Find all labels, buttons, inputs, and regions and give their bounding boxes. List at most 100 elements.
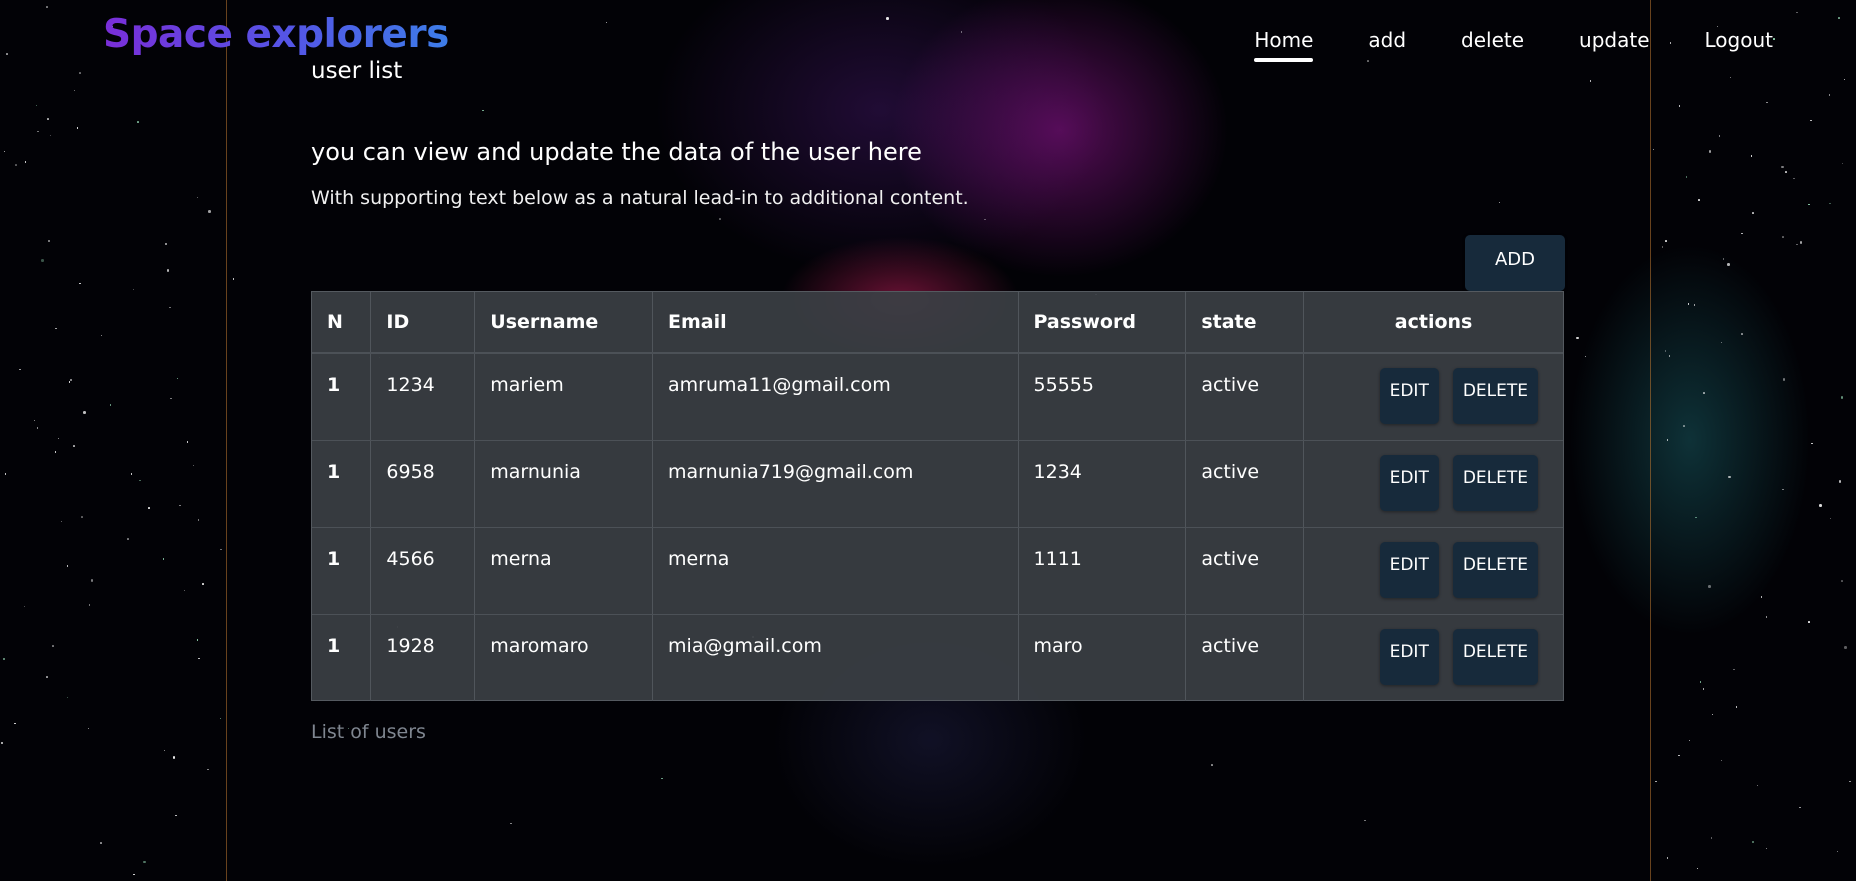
users-table: N ID Username Email Password state actio… (312, 292, 1563, 701)
table-row: 1 4566 merna merna 1111 active EDIT DELET… (312, 527, 1563, 615)
add-user-button[interactable]: ADD (1465, 235, 1565, 291)
star (1735, 706, 1738, 708)
star (202, 583, 204, 585)
cell-password: 1234 (1018, 440, 1187, 528)
delete-button[interactable]: DELETE (1452, 541, 1538, 598)
cell-password: 55555 (1018, 353, 1187, 441)
nav-delete[interactable]: delete (1461, 28, 1524, 52)
star (1661, 246, 1664, 248)
star (54, 451, 57, 453)
col-header-actions: actions (1303, 292, 1563, 354)
delete-button[interactable]: DELETE (1452, 628, 1538, 685)
delete-button[interactable]: DELETE (1452, 454, 1538, 511)
star (1741, 232, 1743, 235)
star (1782, 236, 1784, 238)
star (143, 860, 146, 864)
cell-actions: EDIT DELETE (1304, 614, 1563, 701)
star (79, 72, 81, 74)
star (2, 657, 6, 661)
star (1685, 176, 1688, 178)
star (1498, 201, 1501, 204)
col-header-n: N (312, 292, 372, 354)
star (87, 727, 90, 730)
cell-n: 1 (312, 614, 372, 701)
star (0, 741, 4, 744)
star (66, 565, 69, 567)
star (198, 657, 200, 660)
star (1708, 150, 1712, 153)
cell-state: active (1185, 353, 1305, 441)
nav-home[interactable]: Home (1254, 28, 1314, 62)
star (1828, 94, 1830, 96)
star (1678, 754, 1680, 757)
star (41, 259, 44, 262)
col-header-email: Email (652, 292, 1019, 354)
supporting-text: With supporting text below as a natural … (311, 187, 969, 209)
cell-id: 6958 (370, 440, 476, 528)
star (37, 130, 39, 133)
cell-id: 4566 (370, 527, 476, 615)
nav-add[interactable]: add (1368, 28, 1406, 52)
star (1364, 819, 1366, 822)
cell-n: 1 (312, 527, 372, 615)
edit-button[interactable]: EDIT (1379, 541, 1439, 598)
star (1718, 135, 1721, 137)
star (1655, 780, 1657, 783)
star (6, 53, 8, 55)
star (57, 437, 60, 439)
star (24, 161, 27, 163)
cell-actions: EDIT DELETE (1303, 440, 1563, 528)
nav-update[interactable]: update (1579, 28, 1649, 52)
star (1688, 739, 1690, 742)
star (90, 579, 94, 582)
star (1584, 355, 1586, 358)
star (46, 6, 48, 8)
star (1722, 258, 1725, 260)
star (127, 538, 129, 540)
star (1720, 759, 1723, 762)
star (208, 210, 211, 213)
star (88, 604, 91, 606)
star (1696, 867, 1699, 870)
delete-button[interactable]: DELETE (1452, 368, 1538, 424)
star (1799, 806, 1801, 809)
cell-email: merna (652, 527, 1019, 615)
col-header-id: ID (370, 292, 476, 354)
star (83, 411, 86, 414)
cell-username: maromaro (474, 614, 654, 701)
star (176, 377, 179, 380)
star (162, 558, 164, 560)
star (1665, 240, 1667, 242)
nav-logout[interactable]: Logout (1705, 28, 1773, 52)
cell-actions: EDIT DELETE (1303, 353, 1563, 441)
edit-button[interactable]: EDIT (1379, 368, 1439, 424)
edit-button[interactable]: EDIT (1379, 454, 1439, 511)
table-header-row: N ID Username Email Password state actio… (312, 292, 1563, 354)
right-divider-line (1650, 0, 1651, 881)
page: Space explorers Home add delete update L… (0, 0, 1856, 881)
star (1808, 203, 1810, 206)
star (984, 218, 986, 220)
star (1711, 713, 1714, 716)
edit-button[interactable]: EDIT (1379, 628, 1439, 685)
star (219, 717, 222, 719)
cell-email: mia@gmail.com (652, 614, 1019, 701)
star (1750, 155, 1753, 157)
star (1668, 355, 1671, 357)
left-divider-line (226, 0, 227, 881)
star (510, 822, 512, 825)
page-heading: you can view and update the data of the … (311, 138, 922, 166)
brand-logo[interactable]: Space explorers (103, 12, 449, 57)
star (100, 842, 102, 844)
star (1782, 488, 1784, 491)
star (139, 479, 141, 482)
star (1836, 850, 1838, 853)
star (1756, 784, 1759, 787)
star (207, 768, 209, 771)
star (46, 676, 48, 678)
star (1799, 241, 1803, 244)
star (3, 150, 6, 153)
star (1844, 646, 1847, 649)
star (175, 814, 177, 817)
users-table-container: N ID Username Email Password state actio… (311, 291, 1564, 701)
